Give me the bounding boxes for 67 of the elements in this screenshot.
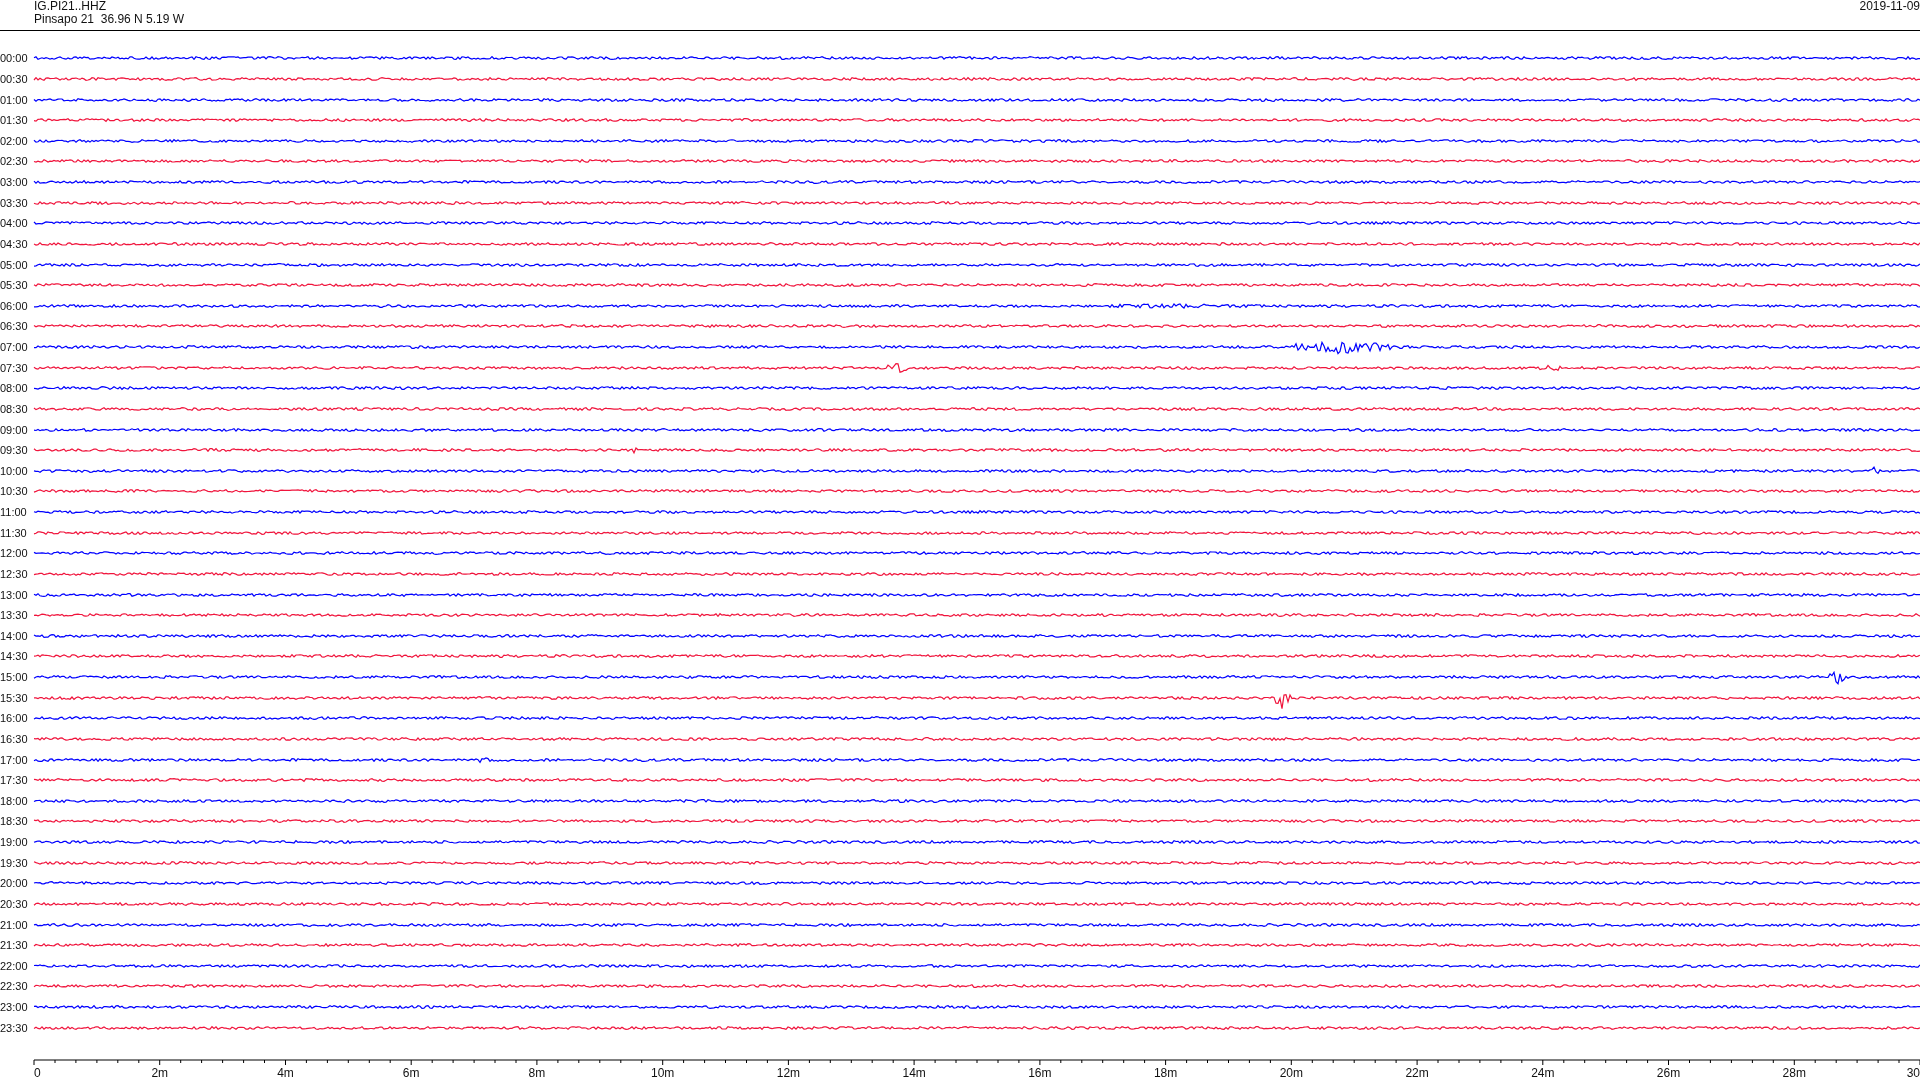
time-label: 00:30 xyxy=(0,72,29,85)
axis-tick-label: 10m xyxy=(651,1066,675,1080)
channel-code: IG.PI21..HHZ xyxy=(34,0,108,13)
time-label: 04:00 xyxy=(0,217,29,230)
axis-tick-label: 16m xyxy=(1028,1066,1052,1080)
time-label: 15:30 xyxy=(0,691,29,704)
time-label: 14:30 xyxy=(0,650,29,663)
axis-tick-label: 20m xyxy=(1279,1066,1303,1080)
time-label: 08:30 xyxy=(0,402,29,415)
time-label: 06:00 xyxy=(0,299,29,312)
time-label: 03:30 xyxy=(0,196,29,209)
time-label: 02:00 xyxy=(0,134,29,147)
time-label: 23:30 xyxy=(0,1021,29,1034)
time-label: 11:00 xyxy=(0,506,28,519)
axis-tick-label: 14m xyxy=(902,1066,926,1080)
time-label: 07:30 xyxy=(0,361,29,374)
time-label: 09:00 xyxy=(0,423,29,436)
time-label: 20:00 xyxy=(0,877,29,890)
time-label: 03:00 xyxy=(0,176,29,189)
time-label: 14:00 xyxy=(0,629,29,642)
time-label: 10:00 xyxy=(0,464,29,477)
axis-tick-label: 22m xyxy=(1405,1066,1429,1080)
time-label: 08:00 xyxy=(0,382,29,395)
axis-tick-label: 12m xyxy=(776,1066,801,1080)
time-label: 05:00 xyxy=(0,258,29,271)
time-label: 20:30 xyxy=(0,897,29,910)
time-label: 02:30 xyxy=(0,155,29,168)
time-label: 18:00 xyxy=(0,794,29,807)
axis-tick-label: 2m xyxy=(151,1066,169,1080)
time-label: 19:00 xyxy=(0,836,29,849)
time-label: 21:00 xyxy=(0,918,29,931)
time-label: 21:30 xyxy=(0,939,29,952)
time-label: 10:30 xyxy=(0,485,29,498)
time-label: 13:00 xyxy=(0,588,29,601)
time-label: 15:00 xyxy=(0,671,29,684)
time-label: 05:30 xyxy=(0,279,29,292)
time-label: 13:30 xyxy=(0,609,29,622)
time-label: 06:30 xyxy=(0,320,29,333)
time-label: 12:00 xyxy=(0,547,29,560)
time-label: 00:00 xyxy=(0,52,29,65)
axis-tick-label: 30 xyxy=(1906,1066,1920,1080)
date-label: 2019-11-09 xyxy=(1859,0,1920,15)
time-label: 01:30 xyxy=(0,114,29,127)
axis-tick-label: 26m xyxy=(1656,1066,1681,1080)
time-label: 18:30 xyxy=(0,815,29,828)
station-info: Pinsapo 21 36.96 N 5.19 W xyxy=(34,13,185,26)
time-label: 01:00 xyxy=(0,93,29,106)
axis-tick-label: 18m xyxy=(1153,1066,1178,1080)
axis-tick-label: 28m xyxy=(1782,1066,1806,1080)
axis-tick-label: 8m xyxy=(528,1066,546,1080)
time-label: 16:30 xyxy=(0,732,29,745)
time-label: 07:00 xyxy=(0,341,29,354)
time-label: 22:30 xyxy=(0,980,29,993)
time-label: 16:00 xyxy=(0,712,29,725)
time-label: 23:00 xyxy=(0,1001,29,1014)
axis-tick-label: 24m xyxy=(1531,1066,1555,1080)
time-label: 09:30 xyxy=(0,444,29,457)
time-label: 04:30 xyxy=(0,237,29,250)
time-label: 12:30 xyxy=(0,567,29,580)
time-label: 22:00 xyxy=(0,959,29,972)
time-label: 17:30 xyxy=(0,774,29,787)
time-label: 19:30 xyxy=(0,856,29,869)
axis-tick-label: 6m xyxy=(402,1066,420,1080)
axis-tick-label: 0 xyxy=(34,1066,41,1080)
time-label: 17:00 xyxy=(0,753,29,766)
axis-tick-label: 4m xyxy=(277,1066,294,1080)
time-label: 11:30 xyxy=(0,526,28,539)
